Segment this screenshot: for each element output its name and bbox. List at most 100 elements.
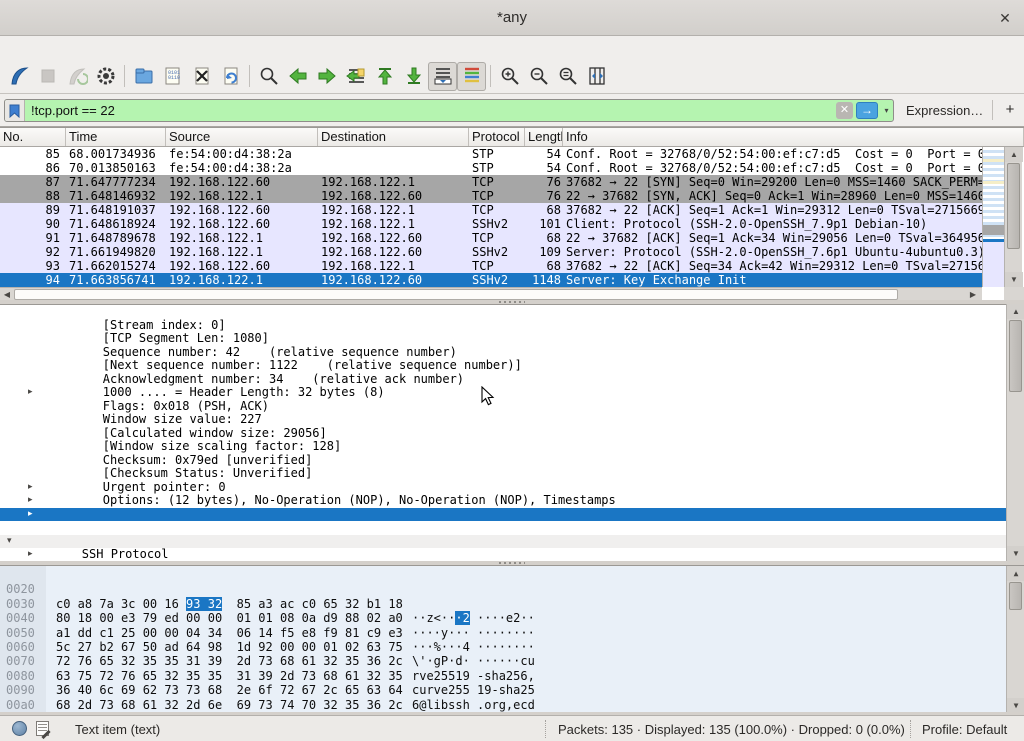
- detail-tree-item[interactable]: ▸[Timestamps]: [0, 508, 1024, 522]
- zoom-in-icon[interactable]: [495, 62, 524, 91]
- scroll-up-icon[interactable]: ▲: [1007, 566, 1024, 581]
- hex-row[interactable]: 0070 63 75 72 76 65 32 35 35 31 39 2d 73…: [0, 640, 1024, 654]
- menu-item[interactable]: [182, 45, 200, 51]
- resize-columns-icon[interactable]: [582, 62, 611, 91]
- detail-tree-item[interactable]: [Stream index: 0]: [0, 305, 1024, 319]
- scrollbar-thumb[interactable]: [1009, 582, 1022, 610]
- column-header-length[interactable]: Length: [525, 128, 563, 146]
- hex-row[interactable]: 00a0 65 63 64 68 2d 73 68 61 32 2d 6e 69…: [0, 683, 1024, 697]
- start-capture-icon[interactable]: [4, 62, 33, 91]
- detail-tree-item[interactable]: [Next sequence number: 1122 (relative se…: [0, 346, 1024, 360]
- detail-tree-item[interactable]: ▸Options: (12 bytes), No-Operation (NOP)…: [0, 481, 1024, 495]
- packet-list-header[interactable]: No. Time Source Destination Protocol Len…: [0, 128, 1024, 147]
- menu-item[interactable]: [56, 45, 74, 51]
- scroll-down-icon[interactable]: ▼: [1007, 546, 1024, 561]
- go-back-icon[interactable]: [283, 62, 312, 91]
- hex-row[interactable]: 0030 80 18 00 e3 79 ed 00 00 01 01 08 0a…: [0, 582, 1024, 596]
- filter-clear-icon[interactable]: ✕: [836, 102, 853, 119]
- hex-row[interactable]: 0090 68 2d 73 68 61 32 2d 6e 69 73 74 70…: [0, 669, 1024, 683]
- hex-row[interactable]: 0020 c0 a8 7a 3c 00 16 93 32 85 a3 ac c0…: [0, 568, 1024, 582]
- packet-list-vscrollbar[interactable]: ▲ ▼: [1004, 147, 1022, 287]
- column-header-time[interactable]: Time: [66, 128, 166, 146]
- scroll-down-icon[interactable]: ▼: [1005, 272, 1023, 287]
- detail-tree-item[interactable]: ▸SSH Version 2 (encryption:chacha20-poly…: [0, 548, 1024, 561]
- menu-item[interactable]: [110, 45, 128, 51]
- auto-scroll-icon[interactable]: [428, 62, 457, 91]
- capture-options-icon[interactable]: [91, 62, 120, 91]
- scroll-down-icon[interactable]: ▼: [1007, 698, 1024, 712]
- expander-icon[interactable]: ▸: [28, 481, 42, 495]
- menu-item[interactable]: [20, 45, 38, 51]
- menu-item[interactable]: [92, 45, 110, 51]
- detail-tree-item[interactable]: Window size value: 227: [0, 400, 1024, 414]
- zoom-out-icon[interactable]: [524, 62, 553, 91]
- close-window-icon[interactable]: ✕: [996, 9, 1014, 27]
- packet-row[interactable]: 93 71.662015274 192.168.122.60 192.168.1…: [0, 259, 982, 273]
- go-forward-icon[interactable]: [312, 62, 341, 91]
- zoom-reset-icon[interactable]: [553, 62, 582, 91]
- detail-tree-item[interactable]: TCP payload (1080 bytes): [0, 521, 1024, 535]
- filter-history-dropdown-icon[interactable]: ▾: [880, 102, 893, 119]
- detail-tree-item[interactable]: Acknowledgment number: 34 (relative ack …: [0, 359, 1024, 373]
- menu-item[interactable]: [38, 45, 56, 51]
- packet-row[interactable]: 87 71.647777234 192.168.122.60 192.168.1…: [0, 175, 982, 189]
- go-first-packet-icon[interactable]: [370, 62, 399, 91]
- restart-capture-icon[interactable]: [62, 62, 91, 91]
- menu-item[interactable]: [146, 45, 164, 51]
- detail-tree-item[interactable]: ▸[SEQ/ACK analysis]: [0, 494, 1024, 508]
- hex-row[interactable]: 0060 72 76 65 32 35 35 31 39 2d 73 68 61…: [0, 626, 1024, 640]
- hex-row[interactable]: 0080 36 40 6c 69 62 73 73 68 2e 6f 72 67…: [0, 654, 1024, 668]
- detail-tree-item[interactable]: ▸Flags: 0x018 (PSH, ACK): [0, 386, 1024, 400]
- add-filter-button[interactable]: +: [1000, 100, 1020, 120]
- column-header-no[interactable]: No.: [0, 128, 66, 146]
- colorize-packets-icon[interactable]: [457, 62, 486, 91]
- detail-tree-item[interactable]: ▾SSH Protocol: [0, 535, 1024, 549]
- scroll-up-icon[interactable]: ▲: [1007, 304, 1024, 319]
- packet-row[interactable]: 86 70.013850163 fe:54:00:d4:38:2a STP 54…: [0, 161, 982, 175]
- expander-icon[interactable]: ▸: [28, 494, 42, 508]
- hex-row[interactable]: 00b0 38 34 2c 65 63 64 68 2d 73 68 61 32…: [0, 698, 1024, 712]
- packet-row[interactable]: 91 71.648789678 192.168.122.1 192.168.12…: [0, 231, 982, 245]
- filter-bookmark-icon[interactable]: [5, 100, 25, 121]
- scroll-up-icon[interactable]: ▲: [1005, 147, 1023, 162]
- menu-item[interactable]: [2, 45, 20, 51]
- title-bar[interactable]: *any ✕: [0, 0, 1024, 36]
- save-file-icon[interactable]: 01010110: [158, 62, 187, 91]
- profile-status[interactable]: Profile: Default: [922, 722, 1007, 737]
- open-file-icon[interactable]: [129, 62, 158, 91]
- expert-info-icon[interactable]: [12, 721, 27, 736]
- packet-row[interactable]: 90 71.648618924 192.168.122.60 192.168.1…: [0, 217, 982, 231]
- detail-tree-item[interactable]: 1000 .... = Header Length: 32 bytes (8): [0, 373, 1024, 387]
- detail-tree-item[interactable]: Sequence number: 42 (relative sequence n…: [0, 332, 1024, 346]
- expression-button[interactable]: Expression…: [906, 103, 983, 118]
- stop-capture-icon[interactable]: [33, 62, 62, 91]
- packet-row[interactable]: 88 71.648146932 192.168.122.1 192.168.12…: [0, 189, 982, 203]
- go-to-packet-icon[interactable]: [341, 62, 370, 91]
- hex-vscrollbar[interactable]: ▲ ▼: [1006, 566, 1024, 712]
- detail-tree-item[interactable]: [Checksum Status: Unverified]: [0, 454, 1024, 468]
- menu-item[interactable]: [164, 45, 182, 51]
- packet-row[interactable]: 94 71.663856741 192.168.122.1 192.168.12…: [0, 273, 982, 287]
- display-filter-input[interactable]: [25, 100, 836, 121]
- detail-tree-item[interactable]: Urgent pointer: 0: [0, 467, 1024, 481]
- packet-row[interactable]: 92 71.661949820 192.168.122.1 192.168.12…: [0, 245, 982, 259]
- column-header-protocol[interactable]: Protocol: [469, 128, 525, 146]
- intelligent-scrollbar-minimap[interactable]: [982, 147, 1004, 287]
- column-header-destination[interactable]: Destination: [318, 128, 469, 146]
- hex-row[interactable]: 0040 a1 dd c1 25 00 00 04 34 06 14 f5 e8…: [0, 597, 1024, 611]
- menu-item[interactable]: [128, 45, 146, 51]
- menu-item[interactable]: [74, 45, 92, 51]
- display-filter-box[interactable]: ✕ → ▾: [4, 99, 894, 122]
- capture-comment-icon[interactable]: [36, 721, 49, 736]
- detail-tree-item[interactable]: [Window size scaling factor: 128]: [0, 427, 1024, 441]
- packet-list-hscrollbar[interactable]: ◀ ▶: [0, 287, 982, 301]
- scrollbar-thumb[interactable]: [1007, 163, 1020, 249]
- go-last-packet-icon[interactable]: [399, 62, 428, 91]
- details-vscrollbar[interactable]: ▲ ▼: [1006, 304, 1024, 561]
- reload-file-icon[interactable]: [216, 62, 245, 91]
- column-header-info[interactable]: Info: [563, 128, 1024, 146]
- detail-tree-item[interactable]: Checksum: 0x79ed [unverified]: [0, 440, 1024, 454]
- find-packet-icon[interactable]: [254, 62, 283, 91]
- packet-row[interactable]: 89 71.648191037 192.168.122.60 192.168.1…: [0, 203, 982, 217]
- expander-icon[interactable]: ▾: [7, 535, 21, 549]
